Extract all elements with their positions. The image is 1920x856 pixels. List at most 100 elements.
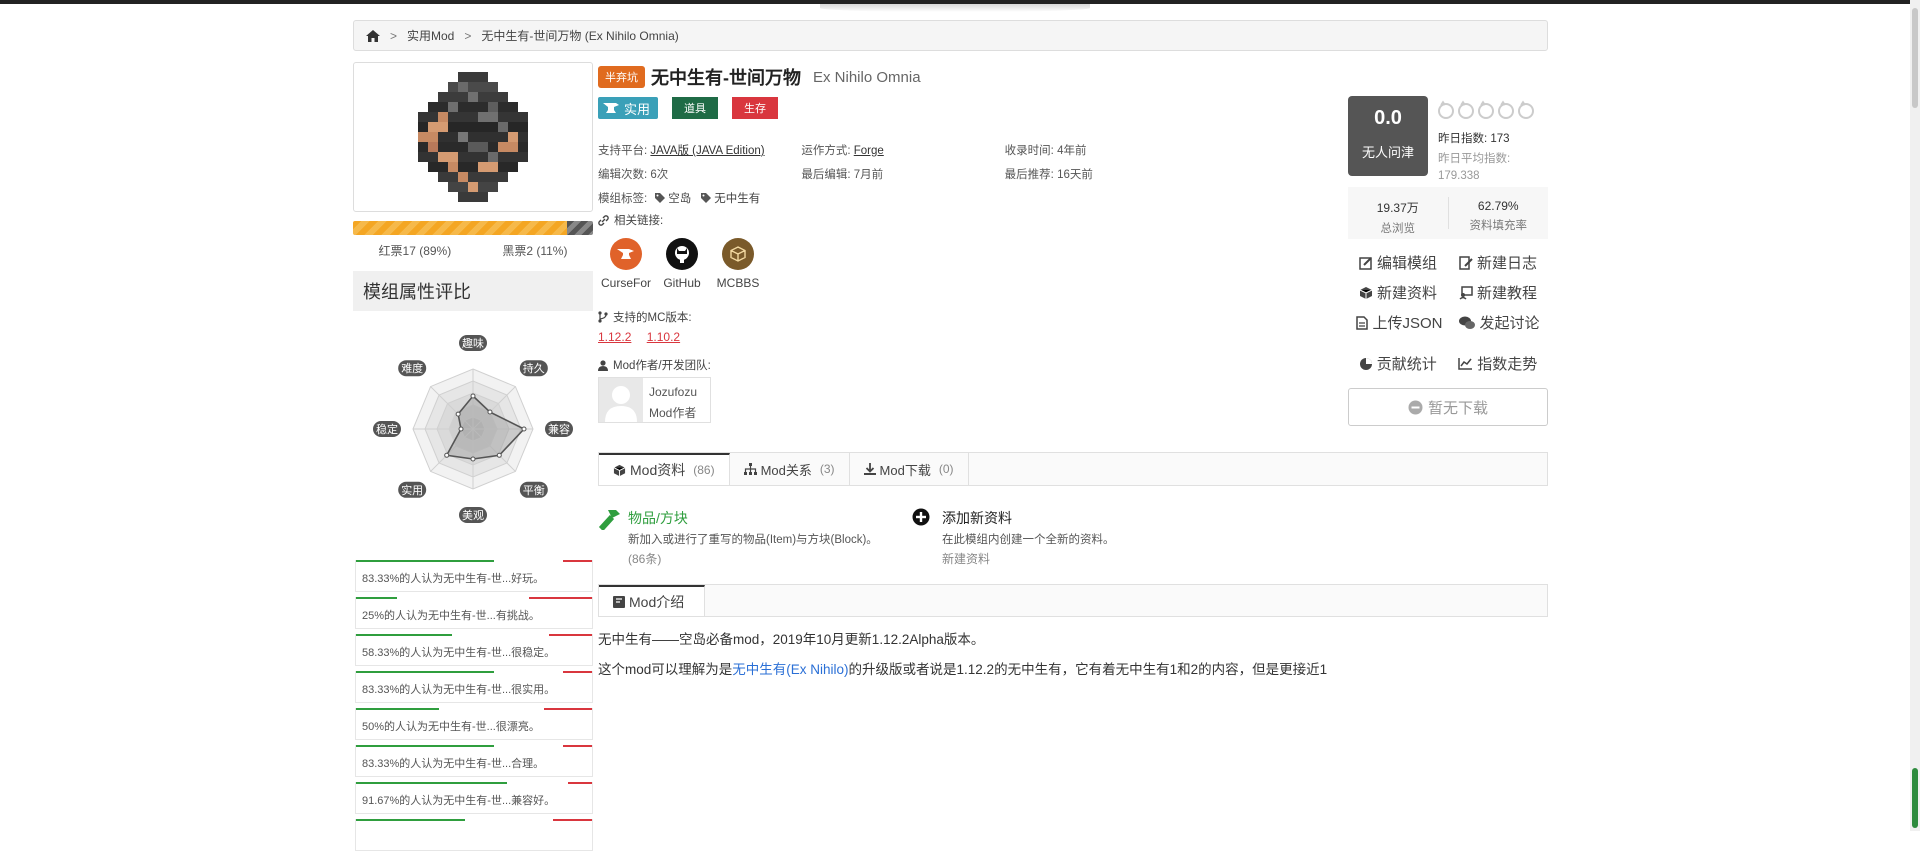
black-vote-label[interactable]: 黑票2 (11%)	[502, 242, 567, 259]
intro-text-post: 的升级版或者说是1.12.2的无中生有，它有着无中生有1和2的内容，但是更接近1	[848, 662, 1328, 677]
stat-views: 19.37万 总浏览	[1348, 187, 1448, 239]
star-icon[interactable]	[1497, 100, 1515, 120]
edit-mod-button[interactable]: 编辑模组	[1359, 252, 1437, 273]
svg-text:平衡: 平衡	[523, 484, 545, 497]
title-row: 半弃坑 无中生有-世间万物 Ex Nihilo Omnia	[598, 64, 921, 90]
mod-tag-skyblock[interactable]: 空岛	[655, 190, 691, 206]
opinion-disagree-bar	[543, 708, 592, 710]
resource-add-new[interactable]: 添加新资料 在此模组内创建一个全新的资料。 新建资料	[912, 508, 1115, 567]
action-row: 贡献统计 指数走势	[1348, 353, 1548, 374]
last-rec-label: 最后推荐:	[1004, 169, 1054, 181]
platform-link[interactable]: JAVA版 (JAVA Edition)	[650, 145, 764, 157]
upload-json-button[interactable]: 上传JSON	[1356, 312, 1443, 333]
resource-items-blocks[interactable]: 物品/方块 新加入或进行了重写的物品(Item)与方块(Block)。 (86条…	[598, 508, 878, 567]
category-tag-survival[interactable]: 生存	[732, 97, 779, 119]
index-trend-button[interactable]: 指数走势	[1458, 353, 1537, 374]
download-icon	[863, 463, 876, 475]
last-edit-value: 7月前	[853, 169, 884, 181]
link-label: CurseFor	[600, 276, 651, 290]
red-vote-fill	[353, 221, 567, 235]
link-label: GitHub	[663, 276, 701, 290]
vote-ratio-bar	[353, 221, 593, 235]
opinion-item[interactable]: 25%的人认为无中生有-世...有挑战。	[355, 597, 593, 629]
mod-tag-exnihilo[interactable]: 无中生有	[701, 190, 760, 206]
opinion-item[interactable]: 83.33%的人认为无中生有-世...很实用。	[355, 671, 593, 703]
star-icon[interactable]	[1437, 100, 1455, 120]
edits-value: 6次	[650, 169, 669, 181]
comments-icon	[1459, 316, 1476, 329]
radar-point	[496, 452, 502, 458]
runtime-link[interactable]: Forge	[854, 145, 884, 157]
author-name[interactable]: Jozufozu	[649, 382, 697, 403]
star-icon[interactable]	[1457, 100, 1475, 120]
star-icon[interactable]	[1517, 100, 1535, 120]
breadcrumb-item-category[interactable]: 实用Mod	[407, 27, 454, 44]
opinion-text: 83.33%的人认为无中生有-世...合理。	[362, 758, 545, 770]
action-label: 发起讨论	[1479, 315, 1540, 332]
version-link-1-12-2[interactable]: 1.12.2	[598, 330, 631, 344]
radar-axis-label: 稳定	[373, 421, 401, 437]
intro-ex-nihilo-link[interactable]: 无中生有(Ex Nihilo)	[732, 662, 848, 677]
resource-title[interactable]: 添加新资料	[942, 508, 1115, 528]
added-label: 收录时间:	[1004, 145, 1054, 157]
link-curseforge[interactable]: CurseFor	[598, 238, 654, 290]
intro-line-1: 无中生有——空岛必备mod，2019年10月更新1.12.2Alpha版本。	[598, 632, 985, 647]
last-edit-label: 最后编辑:	[801, 169, 851, 181]
category-main-tag[interactable]: 实用	[598, 97, 659, 119]
opinion-item[interactable]: 83.33%的人认为无中生有-世...合理。	[355, 745, 593, 777]
tab-mod-relations[interactable]: Mod关系 (3)	[730, 453, 850, 485]
scrollbar[interactable]	[1910, 0, 1920, 831]
related-links-text: 相关链接:	[614, 215, 664, 227]
opinion-item[interactable]	[355, 819, 593, 851]
new-log-button[interactable]: 新建日志	[1459, 252, 1537, 273]
tab-mod-resources[interactable]: Mod资料 (86)	[599, 453, 730, 485]
tag-icon	[655, 193, 666, 203]
download-label: 暂无下载	[1427, 399, 1488, 417]
tab-mod-intro[interactable]: Mod介绍	[599, 585, 705, 616]
opinion-item[interactable]: 58.33%的人认为无中生有-世...很稳定。	[355, 634, 593, 666]
opinion-item[interactable]: 50%的人认为无中生有-世...很漂亮。	[355, 708, 593, 740]
resource-title[interactable]: 物品/方块	[628, 508, 878, 528]
intro-line-2: 这个mod可以理解为是无中生有(Ex Nihilo)的升级版或者说是1.12.2…	[598, 658, 1327, 678]
link-github[interactable]: GitHub	[654, 238, 710, 290]
tab-count: (0)	[938, 462, 954, 476]
new-resource-button[interactable]: 新建资料	[1359, 282, 1437, 303]
contribution-stats-button[interactable]: 贡献统计	[1359, 353, 1437, 374]
red-vote-label[interactable]: 红票17 (89%)	[379, 242, 452, 259]
yesterday-avg-label: 昨日平均指数:	[1438, 153, 1511, 165]
new-tutorial-button[interactable]: 新建教程	[1459, 282, 1537, 303]
tutorial-icon	[1459, 285, 1473, 300]
scroll-indicator	[1912, 768, 1918, 828]
home-icon[interactable]	[366, 29, 380, 42]
opinion-agree-bar	[356, 708, 439, 710]
version-link-1-10-2[interactable]: 1.10.2	[647, 330, 680, 344]
category-main-label: 实用	[624, 101, 651, 117]
stat-value: 19.37万	[1376, 201, 1419, 215]
link-mcbbs[interactable]: MCBBS	[710, 238, 766, 290]
page-subtitle: Ex Nihilo Omnia	[813, 68, 921, 86]
author-card[interactable]: Jozufozu Mod作者	[598, 377, 711, 423]
start-discussion-button[interactable]: 发起讨论	[1459, 312, 1540, 333]
opinion-text: 58.33%的人认为无中生有-世...很稳定。	[362, 647, 556, 659]
radar-axis-label: 兼容	[545, 421, 573, 437]
opinion-agree-bar	[356, 597, 398, 599]
yesterday-avg-value: 179.338	[1438, 170, 1480, 182]
mod-cover-image	[353, 62, 593, 212]
resource-count: (86条)	[628, 552, 662, 566]
opinion-item[interactable]: 91.67%的人认为无中生有-世...兼容好。	[355, 782, 593, 814]
opinion-item[interactable]: 83.33%的人认为无中生有-世...好玩。	[355, 560, 593, 592]
download-button[interactable]: 暂无下载	[1348, 388, 1548, 426]
category-tag-props[interactable]: 道具	[672, 97, 719, 119]
scrollbar-thumb[interactable]	[1912, 8, 1918, 108]
header-shadow	[820, 4, 1090, 12]
star-icon[interactable]	[1477, 100, 1495, 120]
radar-point	[444, 452, 450, 458]
tag-icon	[701, 193, 712, 203]
rating-stars[interactable]	[1437, 100, 1537, 120]
resource-count[interactable]: 新建资料	[942, 550, 1115, 567]
opinion-agree-bar	[356, 560, 494, 562]
tab-mod-downloads[interactable]: Mod下载 (0)	[850, 453, 969, 485]
intro-text-pre: 这个mod可以理解为是	[598, 662, 733, 677]
versions-label: 支持的MC版本:	[598, 309, 692, 325]
action-label: 指数走势	[1477, 356, 1538, 373]
